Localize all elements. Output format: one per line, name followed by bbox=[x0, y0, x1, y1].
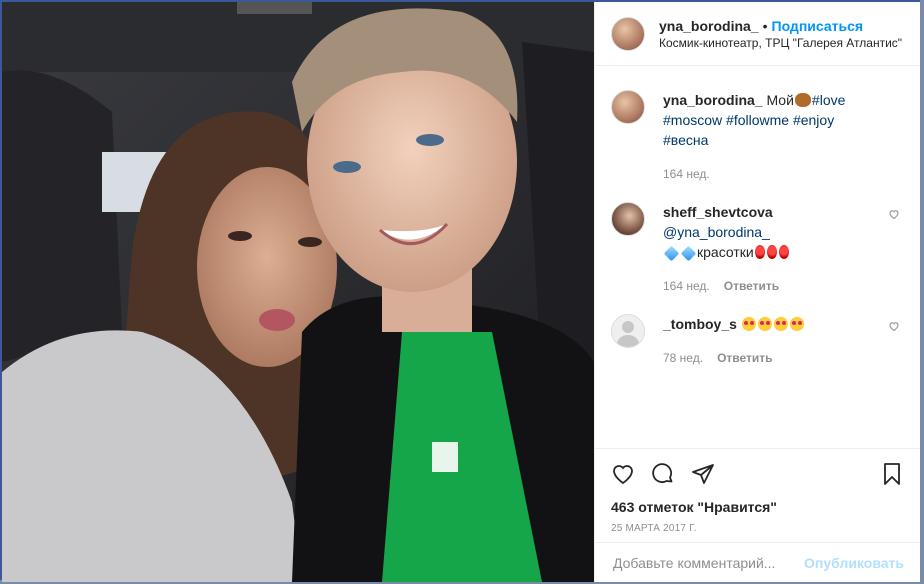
diamond-emoji-icon bbox=[663, 245, 680, 262]
caption-meta: 164 нед. bbox=[663, 164, 883, 184]
caption-avatar[interactable] bbox=[611, 90, 645, 124]
rose-emoji-icon bbox=[778, 245, 789, 259]
comment-body: sheff_shevtcova @yna_borodina_ красотки … bbox=[663, 202, 883, 296]
caption: yna_borodina_ Мой #love #moscow #followme… bbox=[611, 90, 904, 184]
selfie-image bbox=[2, 2, 594, 582]
reply-button[interactable]: Ответить bbox=[724, 276, 779, 296]
comment-meta: 164 нед. Ответить bbox=[663, 276, 883, 296]
comment-text: красотки bbox=[697, 244, 754, 260]
header-text: yna_borodina_ • Подписаться Космик-кинотеа… bbox=[659, 18, 902, 50]
separator-dot: • bbox=[762, 17, 768, 34]
share-send-icon[interactable] bbox=[691, 462, 715, 486]
star-eyes-emoji-icon bbox=[789, 317, 804, 331]
commenter-avatar[interactable] bbox=[611, 202, 645, 236]
comment-item: _tomboy_s 78 нед. Ответить bbox=[611, 314, 904, 368]
action-icons bbox=[611, 461, 904, 487]
caption-text: Мой bbox=[766, 92, 794, 108]
star-eyes-emoji-icon bbox=[741, 317, 756, 331]
comment-time[interactable]: 164 нед. bbox=[663, 276, 710, 296]
location-link[interactable]: Космик-кинотеатр, ТРЦ "Галерея Атлантис" bbox=[659, 36, 902, 50]
post-window: yna_borodina_ • Подписаться Космик-кинотеа… bbox=[0, 0, 920, 582]
publish-button[interactable]: Опубликовать bbox=[804, 555, 904, 571]
caption-username[interactable]: yna_borodina_ bbox=[663, 92, 763, 108]
like-heart-icon[interactable] bbox=[611, 462, 635, 486]
rose-emoji-icon bbox=[754, 245, 765, 259]
comment-item: sheff_shevtcova @yna_borodina_ красотки … bbox=[611, 202, 904, 296]
comment-meta: 78 нед. Ответить bbox=[663, 348, 883, 368]
bear-emoji-icon bbox=[794, 93, 811, 107]
post-date[interactable]: 25 МАРТА 2017 Г. bbox=[611, 523, 904, 534]
header-line: yna_borodina_ • Подписаться bbox=[659, 18, 902, 34]
author-username[interactable]: yna_borodina_ bbox=[659, 18, 759, 34]
likes-count[interactable]: 463 отметок "Нравится" bbox=[611, 499, 904, 515]
star-eyes-emoji-icon bbox=[773, 317, 788, 331]
reply-button[interactable]: Ответить bbox=[717, 348, 772, 368]
add-comment-bar: Опубликовать bbox=[595, 542, 920, 582]
comment-time[interactable]: 78 нед. bbox=[663, 348, 703, 368]
like-comment-heart-icon[interactable] bbox=[888, 208, 900, 220]
hashtag-moscow[interactable]: #moscow bbox=[663, 112, 722, 128]
star-eyes-emoji-icon bbox=[757, 317, 772, 331]
hashtag-enjoy[interactable]: #enjoy bbox=[793, 112, 834, 128]
hashtag-love[interactable]: #love bbox=[812, 92, 845, 108]
caption-time[interactable]: 164 нед. bbox=[663, 164, 710, 184]
comment-mention[interactable]: @yna_borodina_ bbox=[663, 224, 770, 240]
comments-area: yna_borodina_ Мой #love #moscow #followme… bbox=[595, 66, 920, 448]
comment-bubble-icon[interactable] bbox=[651, 462, 675, 486]
follow-button[interactable]: Подписаться bbox=[772, 18, 864, 34]
comment-username[interactable]: _tomboy_s bbox=[663, 316, 737, 332]
diamond-emoji-icon bbox=[680, 245, 697, 262]
author-avatar[interactable] bbox=[611, 16, 645, 51]
post-sidebar: yna_borodina_ • Подписаться Космик-кинотеа… bbox=[594, 2, 920, 582]
like-comment-heart-icon[interactable] bbox=[888, 320, 900, 332]
post-header: yna_borodina_ • Подписаться Космик-кинотеа… bbox=[595, 2, 920, 66]
rose-emoji-icon bbox=[766, 245, 777, 259]
caption-body: yna_borodina_ Мой #love #moscow #followme… bbox=[663, 90, 883, 184]
post-photo[interactable] bbox=[2, 2, 594, 582]
comment-input[interactable] bbox=[611, 553, 805, 572]
comment-body: _tomboy_s 78 нед. Ответить bbox=[663, 314, 883, 368]
commenter-avatar[interactable] bbox=[611, 314, 645, 348]
hashtag-followme[interactable]: #followme bbox=[726, 112, 789, 128]
comment-username[interactable]: sheff_shevtcova bbox=[663, 204, 773, 220]
bookmark-save-icon[interactable] bbox=[880, 462, 904, 486]
hashtag-vesna[interactable]: #весна bbox=[663, 132, 708, 148]
